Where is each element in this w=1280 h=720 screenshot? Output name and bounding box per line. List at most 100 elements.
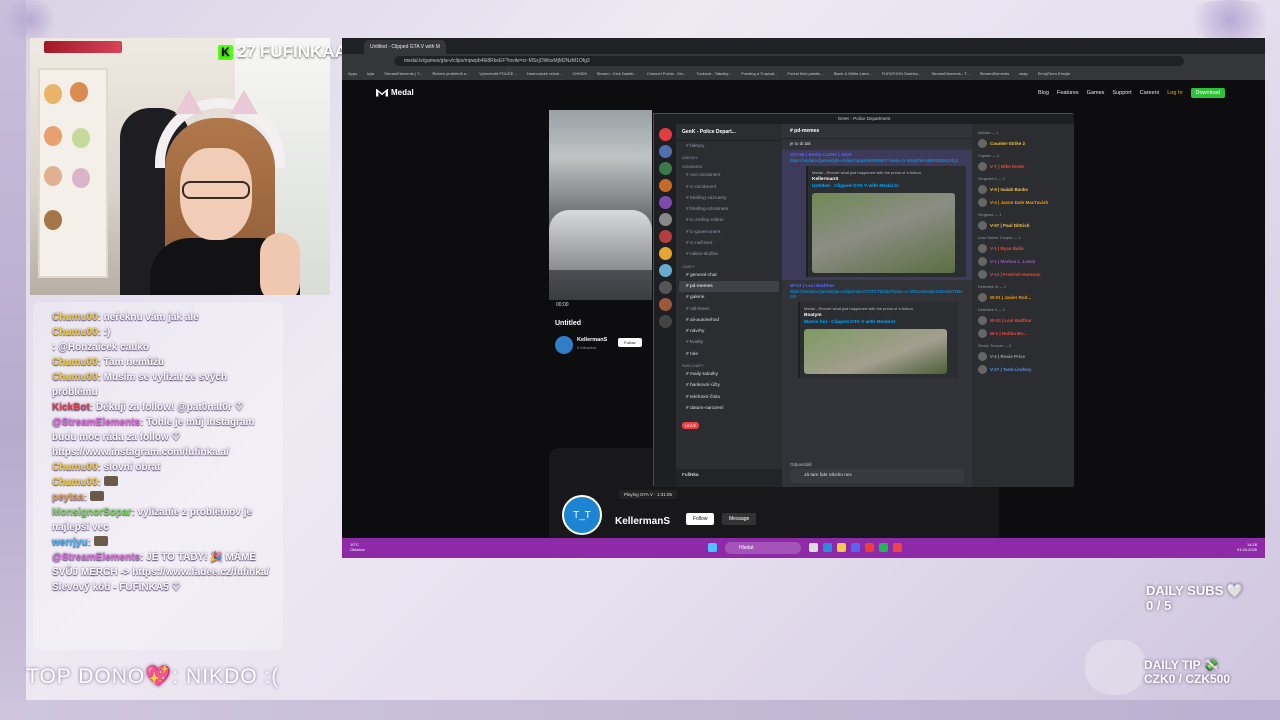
login-link[interactable]: Log In (1167, 90, 1182, 96)
channel-item[interactable]: # bankovní-účty (676, 380, 782, 391)
bookmark-item[interactable]: StreamElements | T... (384, 71, 422, 77)
chat-username[interactable]: werrjyu (52, 537, 88, 548)
bookmark-item[interactable]: Channel Points - Kic... (647, 71, 687, 77)
channel-item[interactable]: # ic-nařízení (676, 238, 782, 249)
bookmark-item[interactable]: CHMD5 (572, 71, 586, 77)
message-input[interactable]: Já tam fakt nikoho nec (790, 469, 964, 483)
windows-start-icon[interactable] (708, 543, 717, 552)
server-icon[interactable] (658, 145, 672, 158)
channel-item[interactable]: # general-chat (676, 270, 782, 281)
nav-features[interactable]: Features (1057, 90, 1079, 96)
task-view-icon[interactable] (809, 543, 818, 552)
weather-widget[interactable]: 10°C Oblačno (350, 542, 365, 552)
member-item[interactable]: W-01 | Javier Rod... (976, 291, 1070, 304)
channel-item[interactable]: # role (676, 349, 782, 360)
explorer-icon[interactable] (837, 543, 846, 552)
uploader-name[interactable]: KellermanS (577, 337, 607, 343)
app-icon[interactable] (893, 543, 902, 552)
avatar[interactable] (555, 336, 573, 354)
embed-thumbnail[interactable] (804, 329, 947, 374)
bookmark-item[interactable]: Řešení problémů s... (432, 71, 469, 77)
member-item[interactable]: V-27 | Tank Lindsey (976, 363, 1070, 376)
channel-category[interactable]: ZÁKONY (676, 152, 782, 161)
bookmark-item[interactable]: Stream - Kick Dashb... (597, 71, 637, 77)
channel-item[interactable]: # ic-změny-zákon (676, 215, 782, 226)
chat-username[interactable]: @StreamElements (52, 552, 140, 563)
channel-item[interactable]: # pd-memes (679, 280, 779, 293)
server-icon[interactable] (658, 179, 672, 192)
embed-title[interactable]: Marno hol - Clipped GTA V with Medal.tv (804, 320, 954, 325)
channel-item[interactable]: # briefing-záznamy (676, 193, 782, 204)
chat-username[interactable]: MonsignorSopar (52, 507, 131, 518)
server-icon[interactable] (658, 247, 672, 260)
member-item[interactable]: V-1 | Markus L. Lewis (976, 255, 1070, 268)
nav-careers[interactable]: Careers (1140, 90, 1160, 96)
chrome-icon[interactable] (865, 543, 874, 552)
profile-avatar[interactable]: T_T (562, 495, 602, 535)
bookmark-item[interactable]: kyla (367, 71, 374, 77)
server-icon[interactable] (658, 162, 672, 175)
new-messages-badge[interactable]: NOVÉ (682, 422, 700, 430)
message-link[interactable]: https://medal.tv/games/gta-v/clips/mpwpb… (790, 158, 964, 163)
chat-username[interactable]: KickBot (52, 402, 90, 413)
medal-logo[interactable]: Medal (376, 88, 414, 97)
nav-games[interactable]: Games (1087, 90, 1105, 96)
server-icon[interactable] (658, 128, 672, 141)
chat-username[interactable]: Chumu00 (52, 327, 98, 338)
channel-item[interactable]: # telefonní-čísla (676, 392, 782, 403)
member-item[interactable]: W-03 | Lexi Badthar (976, 314, 1070, 327)
profile-follow-button[interactable]: Follow (686, 513, 715, 525)
edge-icon[interactable] (823, 543, 832, 552)
channel-item[interactable]: # faktury (676, 141, 782, 152)
bookmark-item[interactable]: EmojiTerra Emojis (1038, 71, 1070, 77)
channel-item[interactable]: # datum-narození (676, 403, 782, 414)
follow-button[interactable]: Follow (618, 338, 642, 347)
channel-item[interactable]: # kvality (676, 337, 782, 348)
chat-username[interactable]: Chumu00 (52, 372, 98, 383)
channel-category[interactable]: CHATY (676, 261, 782, 270)
member-item[interactable]: V-3 | Isaiah Banks (976, 183, 1070, 196)
chat-username[interactable]: Chumu00 (52, 357, 98, 368)
chat-username[interactable]: Chumu00 (52, 462, 98, 473)
server-icon[interactable] (658, 230, 672, 243)
chat-username[interactable]: Chumu00 (52, 477, 98, 488)
channel-item[interactable]: # briefing-oznámení (676, 204, 782, 215)
taskbar-search[interactable]: Hledat (725, 542, 801, 554)
server-icon[interactable] (658, 315, 672, 328)
bookmark-item[interactable]: Forest field paintin... (788, 71, 824, 77)
bookmark-item[interactable]: StreamElements (980, 71, 1010, 77)
server-icon[interactable] (658, 196, 672, 209)
member-item[interactable]: V-4 | Jason Dale MacTavish (976, 196, 1070, 209)
user-panel[interactable]: FufiNka (676, 469, 782, 487)
chat-username[interactable]: peytaa (52, 492, 84, 503)
channel-item[interactable]: # galerie (676, 292, 782, 303)
channel-item[interactable]: # návrhy (676, 326, 782, 337)
chat-username[interactable]: Chumu00 (52, 312, 98, 323)
bookmark-item[interactable]: Apps (348, 71, 357, 77)
bookmark-item[interactable]: StreamElements - T... (931, 71, 969, 77)
channel-item[interactable]: # nábor-služba (676, 249, 782, 260)
server-icon[interactable] (658, 298, 672, 311)
browser-tab[interactable]: Untitled - Clipped GTA V with M (364, 40, 446, 54)
download-button[interactable]: Download (1190, 88, 1225, 98)
bookmark-item[interactable]: Black & White Land... (834, 71, 872, 77)
channel-item[interactable]: # maily-tabulky (676, 369, 782, 380)
member-item[interactable]: V-2 | Rosie Price (976, 350, 1070, 363)
bookmark-item[interactable]: ssap (1019, 71, 1027, 77)
profile-message-button[interactable]: Message (722, 513, 757, 525)
guild-name[interactable]: GenK - Police Depart... (676, 124, 782, 141)
member-item[interactable]: V-12 | Fredrich Hartman (976, 268, 1070, 281)
channel-item[interactable]: # ic-oznámení (676, 182, 782, 193)
member-item[interactable]: V-T | Mike Drake (976, 160, 1070, 173)
server-icon[interactable] (658, 264, 672, 277)
member-item[interactable]: V-1 | Ryan Ballo (976, 242, 1070, 255)
member-item[interactable]: V-07 | Paul Dittrich (976, 219, 1070, 232)
member-item[interactable]: W-1 | Hubba Bo... (976, 327, 1070, 340)
channel-category[interactable]: SUB-CHATY (676, 360, 782, 369)
embed-thumbnail[interactable] (812, 193, 955, 273)
channel-item[interactable]: # old-times (676, 304, 782, 315)
channel-item[interactable]: # ic-government (676, 227, 782, 238)
bookmark-item[interactable]: Harmonické rekotí... (527, 71, 563, 77)
bookmark-item[interactable]: Vyhodnotit POUČE... (479, 71, 516, 77)
nav-support[interactable]: Support (1112, 90, 1131, 96)
